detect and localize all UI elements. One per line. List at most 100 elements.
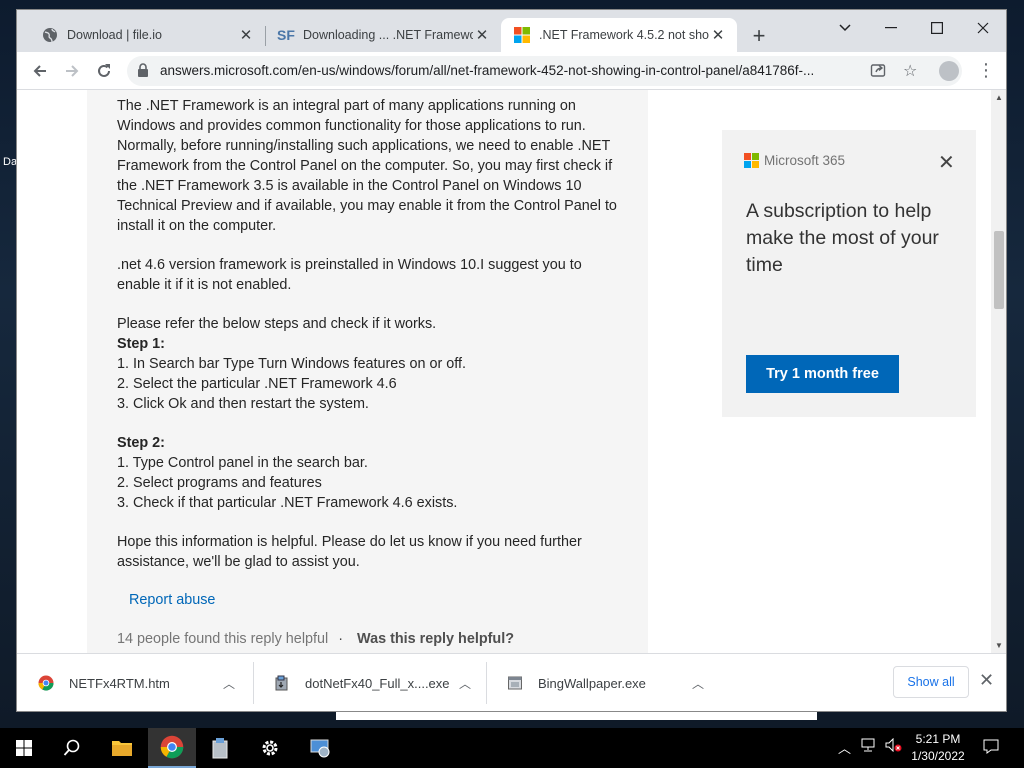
tab-title: Downloading ... .NET Framework [303,28,473,42]
installer-icon [212,738,228,759]
try-free-button[interactable]: Try 1 month free [746,355,899,393]
microsoft-365-logo: Microsoft 365 [744,153,845,168]
answer-post: The .NET Framework is an integral part o… [87,90,648,653]
browser-menu-icon[interactable]: ⋮ [977,60,995,80]
arrow-right-icon [66,65,79,77]
settings-button[interactable] [246,728,294,768]
forward-button[interactable] [60,59,84,83]
reload-icon [98,64,110,77]
answer-paragraph: The .NET Framework is an integral part o… [117,98,617,234]
tab-strip: Download | file.io ✕ SF Downloading ... … [17,10,1006,52]
search-button[interactable] [48,728,96,768]
steps-block: Please refer the below steps and check i… [117,314,622,414]
network-icon[interactable] [861,738,877,755]
microsoft-icon [513,26,531,44]
helpful-separator: · [338,631,344,647]
profile-avatar-icon[interactable] [939,61,959,81]
step-heading: Step 2: [117,435,165,451]
url-text[interactable]: answers.microsoft.com/en-us/windows/foru… [160,63,860,78]
sf-icon: SF [277,27,295,43]
taskbar-clock[interactable]: 5:21 PM 1/30/2022 [900,731,976,765]
show-all-downloads-button[interactable]: Show all [893,666,969,698]
chevron-up-icon[interactable]: ︿ [455,675,475,692]
close-shelf-icon[interactable]: ✕ [979,670,994,691]
download-filename: dotNetFx40_Full_x....exe [305,675,450,691]
steps-block: Step 2: 1. Type Control panel in the sea… [117,433,622,513]
start-button[interactable] [0,728,48,768]
gear-icon [262,740,278,756]
chevron-down-icon [839,24,851,32]
clock-date: 1/30/2022 [911,749,965,763]
control-panel-icon [310,739,330,758]
chevron-up-icon[interactable]: ︿ [838,738,851,757]
tab-microsoft-answers[interactable]: .NET Framework 4.5.2 not showing ✕ [501,18,737,52]
lock-icon[interactable] [137,63,149,82]
share-icon[interactable] [870,62,886,83]
close-tab-icon[interactable]: ✕ [237,26,255,44]
close-window-button[interactable] [960,14,1006,42]
new-tab-button[interactable]: + [747,23,771,49]
answer-closing: Hope this information is helpful. Please… [117,534,582,570]
steps-intro: Please refer the below steps and check i… [117,316,437,332]
close-tab-icon[interactable]: ✕ [709,26,727,44]
step-item: 3. Check if that particular .NET Framewo… [117,495,458,511]
tab-file-io[interactable]: Download | file.io ✕ [29,18,265,52]
maximize-button[interactable] [914,14,960,42]
clock-time: 5:21 PM [915,732,961,746]
installer-icon [273,674,291,692]
chrome-file-icon [37,674,55,692]
minimize-button[interactable] [868,14,914,42]
scroll-up-icon[interactable]: ▲ [995,93,1003,102]
chevron-up-icon[interactable]: ︿ [688,675,708,692]
microsoft-logo-icon [744,153,759,168]
tab-search-button[interactable] [822,14,868,42]
page-scrollbar[interactable]: ▲ ▼ [991,90,1006,653]
ad-headline: A subscription to help make the most of … [746,200,939,276]
step-item: 3. Click Ok and then restart the system. [117,396,369,412]
tab-title: Download | file.io [67,28,162,42]
report-abuse-link[interactable]: Report abuse [129,592,215,608]
desktop-icon-label[interactable]: Da [3,156,17,168]
chrome-icon [160,735,184,759]
download-filename: NETFx4RTM.htm [69,675,170,691]
microsoft-365-ad: Microsoft 365 ✕ A subscription to help m… [722,130,976,417]
tab-sourceforge[interactable]: SF Downloading ... .NET Framework ✕ [265,18,501,52]
notification-icon[interactable] [983,738,999,757]
download-item[interactable]: NETFx4RTM.htm ︿ [17,654,249,711]
download-filename: BingWallpaper.exe [538,675,646,691]
answer-paragraph: .net 4.6 version framework is preinstall… [117,257,582,293]
search-icon [63,739,80,756]
page-viewport: The .NET Framework is an integral part o… [17,90,991,653]
arrow-left-icon [33,65,46,77]
close-ad-icon[interactable]: ✕ [938,150,955,175]
reload-button[interactable] [92,59,116,83]
tab-title: .NET Framework 4.5.2 not showing [539,28,709,42]
exe-icon [506,674,524,692]
download-item[interactable]: dotNetFx40_Full_x....exe ︿ [253,654,485,711]
file-explorer-button[interactable] [98,728,146,768]
chevron-up-icon[interactable]: ︿ [219,675,239,692]
browser-toolbar: answers.microsoft.com/en-us/windows/foru… [17,52,1006,90]
helpful-question: Was this reply helpful? [357,631,514,647]
back-button[interactable] [28,59,52,83]
globe-icon [41,26,59,44]
step-heading: Step 1: [117,336,165,352]
windows-icon [16,740,32,756]
close-tab-icon[interactable]: ✕ [473,26,491,44]
bookmark-star-icon[interactable]: ☆ [903,61,917,81]
scroll-down-icon[interactable]: ▼ [995,641,1003,650]
scrollbar-thumb[interactable] [994,231,1004,309]
control-panel-button[interactable] [296,728,344,768]
helpful-count: 14 people found this reply helpful [117,631,329,647]
taskbar: ︿ 5:21 PM 1/30/2022 [0,728,1024,768]
step-item: 1. In Search bar Type Turn Windows featu… [117,356,467,372]
ad-brand: Microsoft 365 [764,153,846,168]
folder-icon [112,741,132,756]
step-item: 2. Select the particular .NET Framework … [117,376,397,392]
download-shelf: NETFx4RTM.htm ︿ dotNetFx40_Full_x....exe… [17,653,1006,711]
installer-taskbar-button[interactable] [196,728,244,768]
answer-body: The .NET Framework is an integral part o… [117,96,622,591]
address-bar[interactable]: answers.microsoft.com/en-us/windows/foru… [127,56,962,86]
chrome-taskbar-button[interactable] [148,728,196,768]
download-item[interactable]: BingWallpaper.exe ︿ [486,654,718,711]
